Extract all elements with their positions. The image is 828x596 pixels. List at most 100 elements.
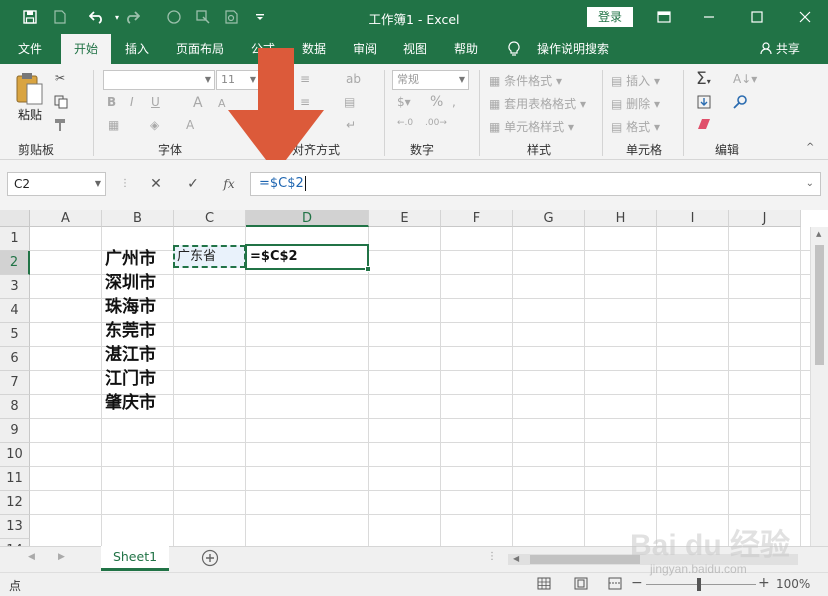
- row-header-2[interactable]: 2: [0, 251, 30, 275]
- tab-file[interactable]: 文件: [7, 34, 53, 64]
- cell-b4[interactable]: 珠海市: [105, 295, 156, 319]
- column-header-c[interactable]: C: [174, 210, 246, 227]
- zoom-slider[interactable]: [646, 584, 756, 585]
- delete-cells-button[interactable]: ▤ 删除 ▾: [611, 95, 660, 112]
- row-header-3[interactable]: 3: [0, 275, 30, 299]
- tab-insert[interactable]: 插入: [113, 34, 161, 64]
- format-as-table-button[interactable]: ▦ 套用表格格式 ▾: [489, 95, 586, 112]
- column-header-g[interactable]: G: [513, 210, 585, 227]
- border-icon[interactable]: ▦: [108, 118, 119, 132]
- insert-function-icon[interactable]: fx: [217, 172, 241, 196]
- cell-b5[interactable]: 东莞市: [105, 319, 156, 343]
- horizontal-scroll-thumb[interactable]: [530, 555, 640, 564]
- column-header-d[interactable]: D: [246, 210, 369, 227]
- cell-b3[interactable]: 深圳市: [105, 271, 156, 295]
- percent-icon[interactable]: %: [430, 94, 443, 110]
- formula-input[interactable]: =$C$2 ⌄: [250, 172, 821, 196]
- clear-icon[interactable]: [697, 118, 711, 133]
- row-header-14[interactable]: 14: [0, 539, 30, 546]
- minimize-icon[interactable]: [697, 5, 721, 29]
- tab-page-layout[interactable]: 页面布局: [167, 34, 233, 64]
- close-icon[interactable]: [793, 5, 817, 29]
- page-layout-view-icon[interactable]: [574, 577, 588, 593]
- row-header-10[interactable]: 10: [0, 443, 30, 467]
- collapse-ribbon-icon[interactable]: ^: [806, 142, 814, 153]
- zoom-out-icon[interactable]: −: [631, 575, 643, 591]
- cell-styles-button[interactable]: ▦ 单元格样式 ▾: [489, 118, 574, 135]
- tab-help[interactable]: 帮助: [443, 34, 489, 64]
- copy-icon[interactable]: [54, 95, 68, 112]
- column-header-b[interactable]: B: [102, 210, 174, 227]
- cell-d2-active[interactable]: =$C$2: [245, 244, 371, 272]
- maximize-icon[interactable]: [745, 5, 769, 29]
- increase-decimal-icon[interactable]: ←.0: [397, 118, 413, 128]
- chevron-down-icon[interactable]: ▼: [95, 173, 101, 195]
- cell-b6[interactable]: 湛江市: [105, 343, 156, 367]
- login-button[interactable]: 登录: [587, 7, 633, 27]
- conditional-format-button[interactable]: ▦ 条件格式 ▾: [489, 72, 562, 89]
- row-header-13[interactable]: 13: [0, 515, 30, 539]
- find-select-icon[interactable]: [733, 95, 749, 112]
- decrease-decimal-icon[interactable]: .00→: [425, 118, 447, 128]
- tab-review[interactable]: 审阅: [342, 34, 388, 64]
- autosum-icon[interactable]: Σ▾: [696, 69, 711, 89]
- shrink-font-icon[interactable]: A: [218, 97, 226, 110]
- vertical-scroll-thumb[interactable]: [815, 245, 824, 365]
- currency-icon[interactable]: $▾: [397, 95, 411, 109]
- orientation-icon[interactable]: ab: [346, 72, 361, 86]
- expand-formula-icon[interactable]: ⌄: [806, 173, 814, 195]
- column-header-i[interactable]: I: [657, 210, 729, 227]
- name-box[interactable]: C2 ▼: [7, 172, 106, 196]
- paste-icon[interactable]: [14, 72, 44, 109]
- enter-icon[interactable]: ✓: [181, 172, 205, 196]
- share-button[interactable]: 共享: [760, 34, 800, 64]
- row-header-11[interactable]: 11: [0, 467, 30, 491]
- cell-b7[interactable]: 江门市: [105, 367, 156, 391]
- normal-view-icon[interactable]: [537, 577, 551, 593]
- column-header-e[interactable]: E: [369, 210, 441, 227]
- comma-icon[interactable]: ,: [452, 95, 456, 109]
- column-header-a[interactable]: A: [30, 210, 102, 227]
- cell-b8[interactable]: 肇庆市: [105, 391, 156, 415]
- cell-b2[interactable]: 广州市: [105, 247, 156, 271]
- italic-icon[interactable]: I: [130, 95, 134, 109]
- scroll-left-icon[interactable]: ◀: [28, 552, 35, 562]
- zoom-slider-thumb[interactable]: [697, 578, 701, 591]
- row-header-12[interactable]: 12: [0, 491, 30, 515]
- bold-icon[interactable]: B: [107, 95, 116, 109]
- add-sheet-icon[interactable]: [201, 549, 219, 570]
- tab-split-icon[interactable]: ⋮: [487, 551, 497, 562]
- sort-filter-icon[interactable]: A↓▾: [733, 72, 757, 86]
- sheet-tab-sheet1[interactable]: Sheet1: [101, 546, 169, 571]
- column-header-j[interactable]: J: [729, 210, 801, 227]
- row-header-8[interactable]: 8: [0, 395, 30, 419]
- number-format-combo[interactable]: 常规 ▼: [392, 70, 469, 90]
- row-header-4[interactable]: 4: [0, 299, 30, 323]
- cell-c2[interactable]: 广东省: [173, 245, 246, 268]
- page-break-view-icon[interactable]: [608, 577, 622, 593]
- tab-home[interactable]: 开始: [61, 34, 111, 64]
- select-all-corner[interactable]: [0, 210, 30, 227]
- scroll-left-arrow-icon[interactable]: ◀: [513, 554, 519, 563]
- column-header-f[interactable]: F: [441, 210, 513, 227]
- paste-label[interactable]: 粘贴: [18, 106, 42, 123]
- ribbon-display-icon[interactable]: [652, 5, 676, 29]
- row-header-7[interactable]: 7: [0, 371, 30, 395]
- row-header-6[interactable]: 6: [0, 347, 30, 371]
- wrap-text-icon[interactable]: ↵: [346, 118, 356, 132]
- fill-color-icon[interactable]: ◈: [150, 118, 159, 132]
- row-header-1[interactable]: 1: [0, 227, 30, 251]
- zoom-in-icon[interactable]: +: [758, 575, 770, 591]
- vertical-scrollbar[interactable]: ▲: [810, 227, 828, 546]
- tab-view[interactable]: 视图: [392, 34, 438, 64]
- font-color-icon[interactable]: A: [186, 118, 194, 132]
- worksheet-grid[interactable]: A B C D E F G H I J 1 2 3 4 5 6 7 8 9 10…: [0, 210, 828, 546]
- tell-me-search[interactable]: 操作说明搜索: [528, 34, 618, 64]
- column-header-h[interactable]: H: [585, 210, 657, 227]
- cut-icon[interactable]: ✂: [55, 71, 65, 85]
- scroll-right-icon[interactable]: ▶: [58, 552, 65, 562]
- cancel-icon[interactable]: ✕: [144, 172, 168, 196]
- scroll-up-icon[interactable]: ▲: [816, 230, 821, 238]
- font-name-combo[interactable]: ▼: [103, 70, 215, 90]
- insert-cells-button[interactable]: ▤ 插入 ▾: [611, 72, 660, 89]
